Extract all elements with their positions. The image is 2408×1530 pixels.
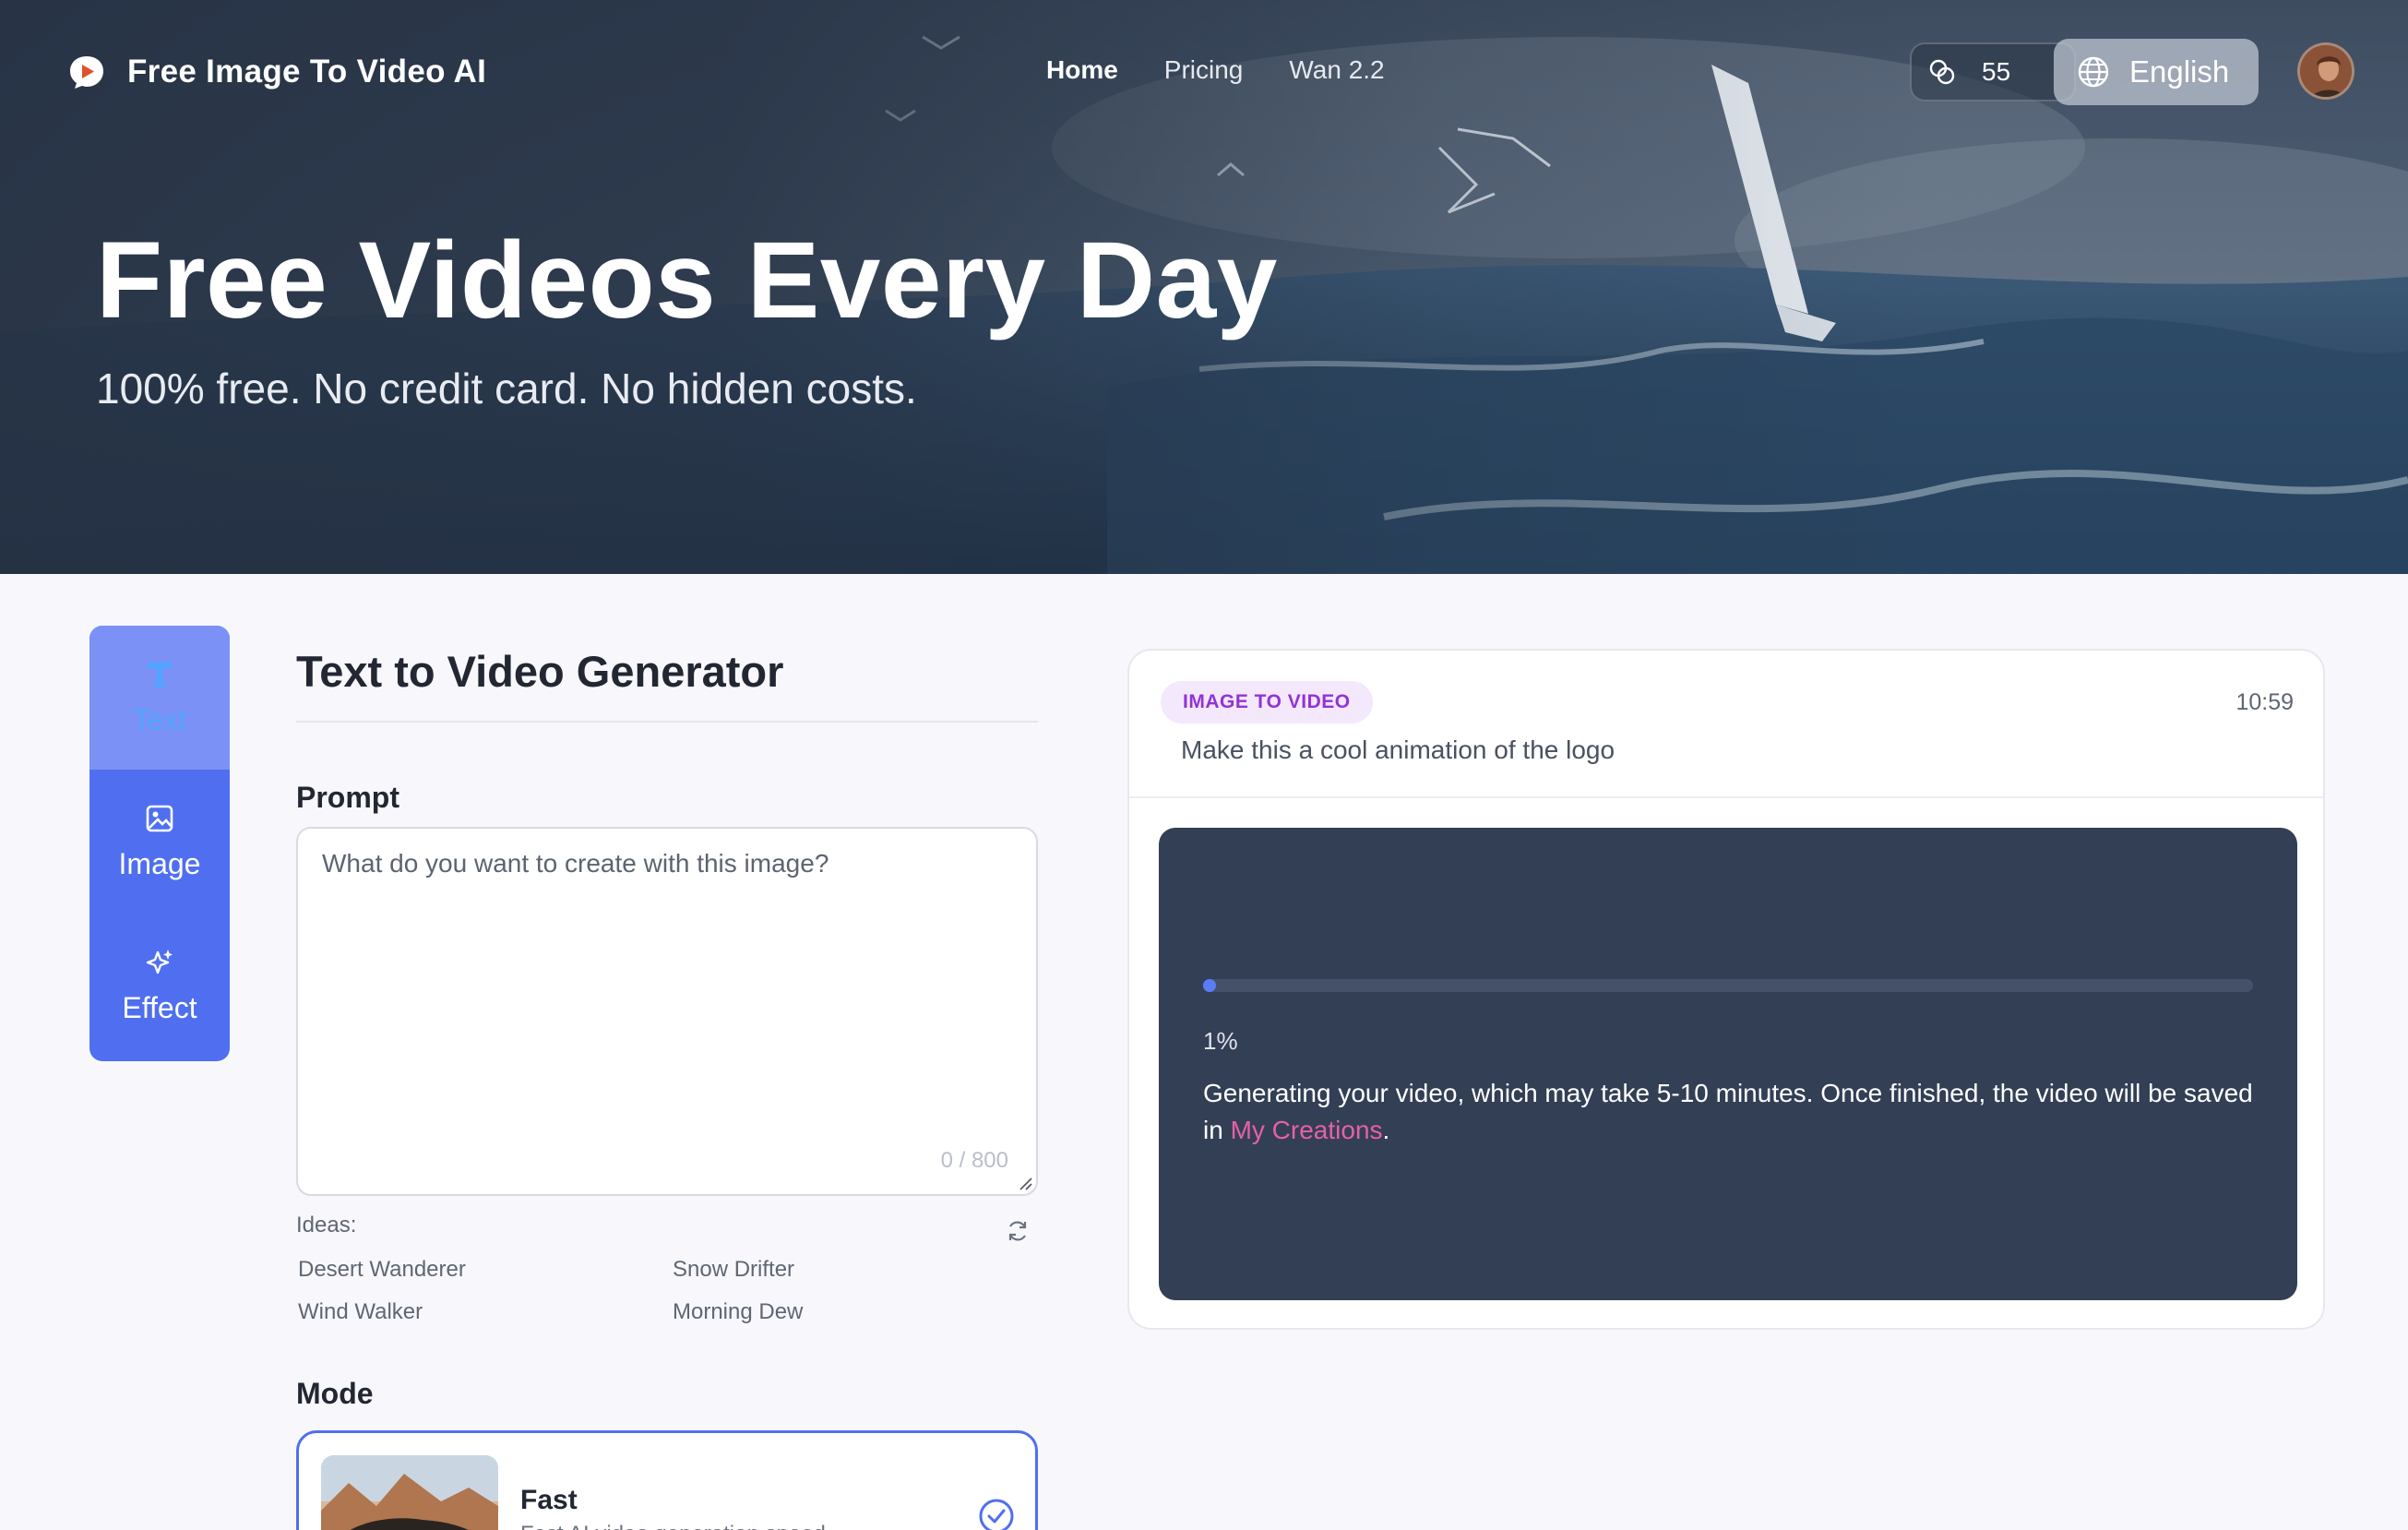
- tab-image[interactable]: Image: [89, 770, 230, 914]
- tab-effect[interactable]: Effect: [89, 914, 230, 1058]
- refresh-icon[interactable]: [1005, 1218, 1031, 1244]
- generator-form: Text to Video Generator Prompt What do y…: [296, 646, 1038, 1530]
- video-progress-panel: 1% Generating your video, which may take…: [1159, 828, 2297, 1300]
- avatar[interactable]: [2297, 42, 2354, 100]
- resize-handle-icon[interactable]: [1018, 1176, 1032, 1190]
- progress-track: [1203, 979, 2253, 992]
- prompt-placeholder: What do you want to create with this ima…: [322, 849, 829, 878]
- generation-prompt: Make this a cool animation of the logo: [1181, 735, 1615, 764]
- text-icon: [148, 662, 172, 687]
- mode-option-fast[interactable]: Fast Fast AI video generation speed: [296, 1430, 1038, 1530]
- language-label: English: [2129, 54, 2230, 89]
- generator-type-tabs: Text Image Effect: [89, 626, 230, 1061]
- mode-name: Fast: [520, 1485, 578, 1515]
- sparkle-icon: [146, 949, 173, 974]
- credits-value: 55: [1982, 57, 2011, 86]
- prompt-input[interactable]: What do you want to create with this ima…: [296, 827, 1038, 1196]
- progress-fill: [1203, 979, 1216, 992]
- nav-link-wan[interactable]: Wan 2.2: [1289, 55, 1384, 85]
- hero-title: Free Videos Every Day: [96, 220, 1278, 341]
- prompt-label: Prompt: [296, 781, 399, 814]
- user-photo: [2300, 45, 2352, 97]
- form-title: Text to Video Generator: [296, 647, 784, 696]
- progress-percent: 1%: [1203, 1027, 1238, 1055]
- mode-thumbnail: [321, 1455, 498, 1530]
- tab-image-label: Image: [118, 846, 201, 880]
- top-navigation: Free Image To Video AI Home Pricing Wan …: [0, 0, 2408, 144]
- brand[interactable]: Free Image To Video AI: [66, 52, 486, 92]
- progress-message-end: .: [1382, 1116, 1390, 1144]
- nav-link-home[interactable]: Home: [1046, 55, 1118, 85]
- generation-type-badge: IMAGE TO VIDEO: [1161, 681, 1373, 723]
- play-bubble-icon: [70, 56, 103, 89]
- nav-links: Home Pricing Wan 2.2: [1046, 55, 1385, 85]
- tab-effect-label: Effect: [122, 990, 197, 1024]
- idea-chip[interactable]: Morning Dew: [673, 1299, 949, 1325]
- tab-text-label: Text: [132, 702, 187, 736]
- ideas-label: Ideas:: [296, 1213, 357, 1237]
- hero-subtitle: 100% free. No credit card. No hidden cos…: [96, 365, 917, 412]
- form-divider: [296, 721, 1038, 723]
- coins-icon: [1929, 59, 1955, 85]
- generation-card: IMAGE TO VIDEO 10:59 Make this a cool an…: [1127, 649, 2325, 1330]
- nav-link-pricing[interactable]: Pricing: [1164, 55, 1244, 85]
- progress-message: Generating your video, which may take 5-…: [1203, 1075, 2255, 1149]
- mode-description: Fast AI video generation speed: [520, 1522, 826, 1530]
- my-creations-link[interactable]: My Creations: [1231, 1116, 1383, 1144]
- idea-chip[interactable]: Wind Walker: [298, 1299, 673, 1325]
- character-counter: 0 / 800: [940, 1148, 1008, 1173]
- brand-name: Free Image To Video AI: [127, 54, 487, 90]
- mode-label: Mode: [296, 1377, 374, 1410]
- idea-chip[interactable]: Snow Drifter: [673, 1257, 949, 1283]
- tab-text[interactable]: Text: [89, 626, 230, 770]
- generation-time: 10:59: [2235, 689, 2294, 715]
- ideas-list: Desert Wanderer Snow Drifter Wind Walker…: [298, 1257, 944, 1325]
- credits-counter[interactable]: 55: [1910, 42, 2076, 102]
- check-circle-icon: [979, 1499, 1014, 1530]
- card-divider: [1129, 796, 2323, 798]
- language-selector[interactable]: English: [2054, 39, 2259, 105]
- globe-icon: [2078, 56, 2109, 88]
- hero-banner: Free Image To Video AI Home Pricing Wan …: [0, 0, 2408, 574]
- idea-chip[interactable]: Desert Wanderer: [298, 1257, 673, 1283]
- image-icon: [146, 805, 173, 831]
